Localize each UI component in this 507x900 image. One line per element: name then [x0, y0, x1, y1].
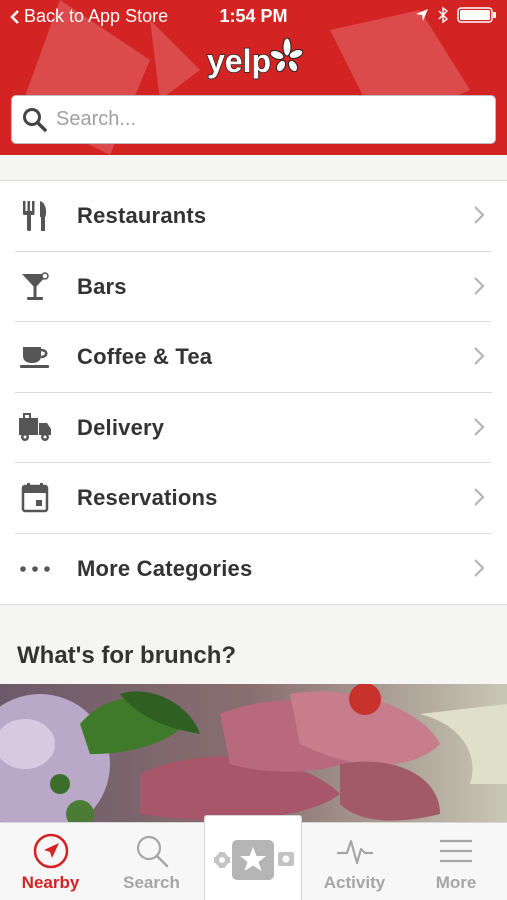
- search-icon: [23, 107, 47, 132]
- status-bar: Back to App Store 1:54 PM: [0, 0, 507, 34]
- bluetooth-icon: [438, 6, 449, 24]
- tab-label: Search: [123, 873, 180, 892]
- battery-icon: [457, 7, 496, 23]
- tab-nearby[interactable]: Nearby: [0, 823, 101, 900]
- search-icon: [136, 835, 168, 868]
- compass-icon: [33, 833, 68, 869]
- category-list: Restaurants Bars Coffee & Tea Delivery R…: [0, 180, 507, 605]
- review-star-icon: [214, 839, 294, 880]
- category-label: Restaurants: [77, 203, 207, 229]
- app-header: Back to App Store 1:54 PM yelp: [0, 0, 507, 155]
- location-arrow-icon: [416, 9, 428, 21]
- status-indicators: [415, 6, 497, 24]
- search-box[interactable]: [11, 95, 496, 144]
- category-label: Coffee & Tea: [77, 344, 213, 370]
- category-label: Reservations: [77, 485, 218, 511]
- yelp-logo: yelp: [205, 36, 305, 84]
- calendar-icon: [15, 478, 55, 518]
- more-dots-icon: [15, 549, 55, 589]
- chevron-right-icon: [474, 347, 485, 365]
- category-row-coffee-tea[interactable]: Coffee & Tea: [0, 322, 507, 393]
- section-title: What's for brunch?: [17, 642, 237, 669]
- chevron-right-icon: [474, 276, 485, 295]
- chevron-right-icon: [474, 488, 485, 506]
- category-label: Bars: [77, 273, 127, 299]
- tab-more[interactable]: More: [405, 823, 507, 900]
- svg-text:yelp: yelp: [207, 43, 271, 79]
- chevron-right-icon: [474, 206, 485, 224]
- tab-activity[interactable]: Activity: [304, 823, 405, 900]
- category-row-bars[interactable]: Bars: [0, 252, 507, 323]
- tab-search[interactable]: Search: [101, 823, 202, 900]
- tab-label: Nearby: [21, 873, 80, 892]
- category-row-reservations[interactable]: Reservations: [0, 463, 507, 534]
- tab-label: More: [435, 873, 477, 892]
- chevron-right-icon: [474, 417, 485, 436]
- tab-review[interactable]: [204, 815, 302, 900]
- hamburger-menu-icon: [440, 839, 472, 863]
- pulse-icon: [336, 839, 373, 865]
- chevron-right-icon: [474, 558, 485, 577]
- brunch-photo[interactable]: [0, 684, 507, 824]
- delivery-truck-icon: [15, 408, 55, 448]
- category-label: Delivery: [77, 414, 165, 440]
- category-row-more-categories[interactable]: More Categories: [0, 534, 507, 605]
- tab-bar: Nearby Search Activity More: [0, 815, 507, 900]
- cocktail-icon: [15, 267, 55, 307]
- tab-label: Activity: [323, 873, 386, 892]
- coffee-cup-icon: [15, 337, 55, 377]
- category-row-restaurants[interactable]: Restaurants: [0, 181, 507, 252]
- category-label: More Categories: [77, 555, 253, 581]
- fork-knife-icon: [15, 196, 55, 236]
- category-row-delivery[interactable]: Delivery: [0, 393, 507, 464]
- search-input[interactable]: [56, 108, 456, 131]
